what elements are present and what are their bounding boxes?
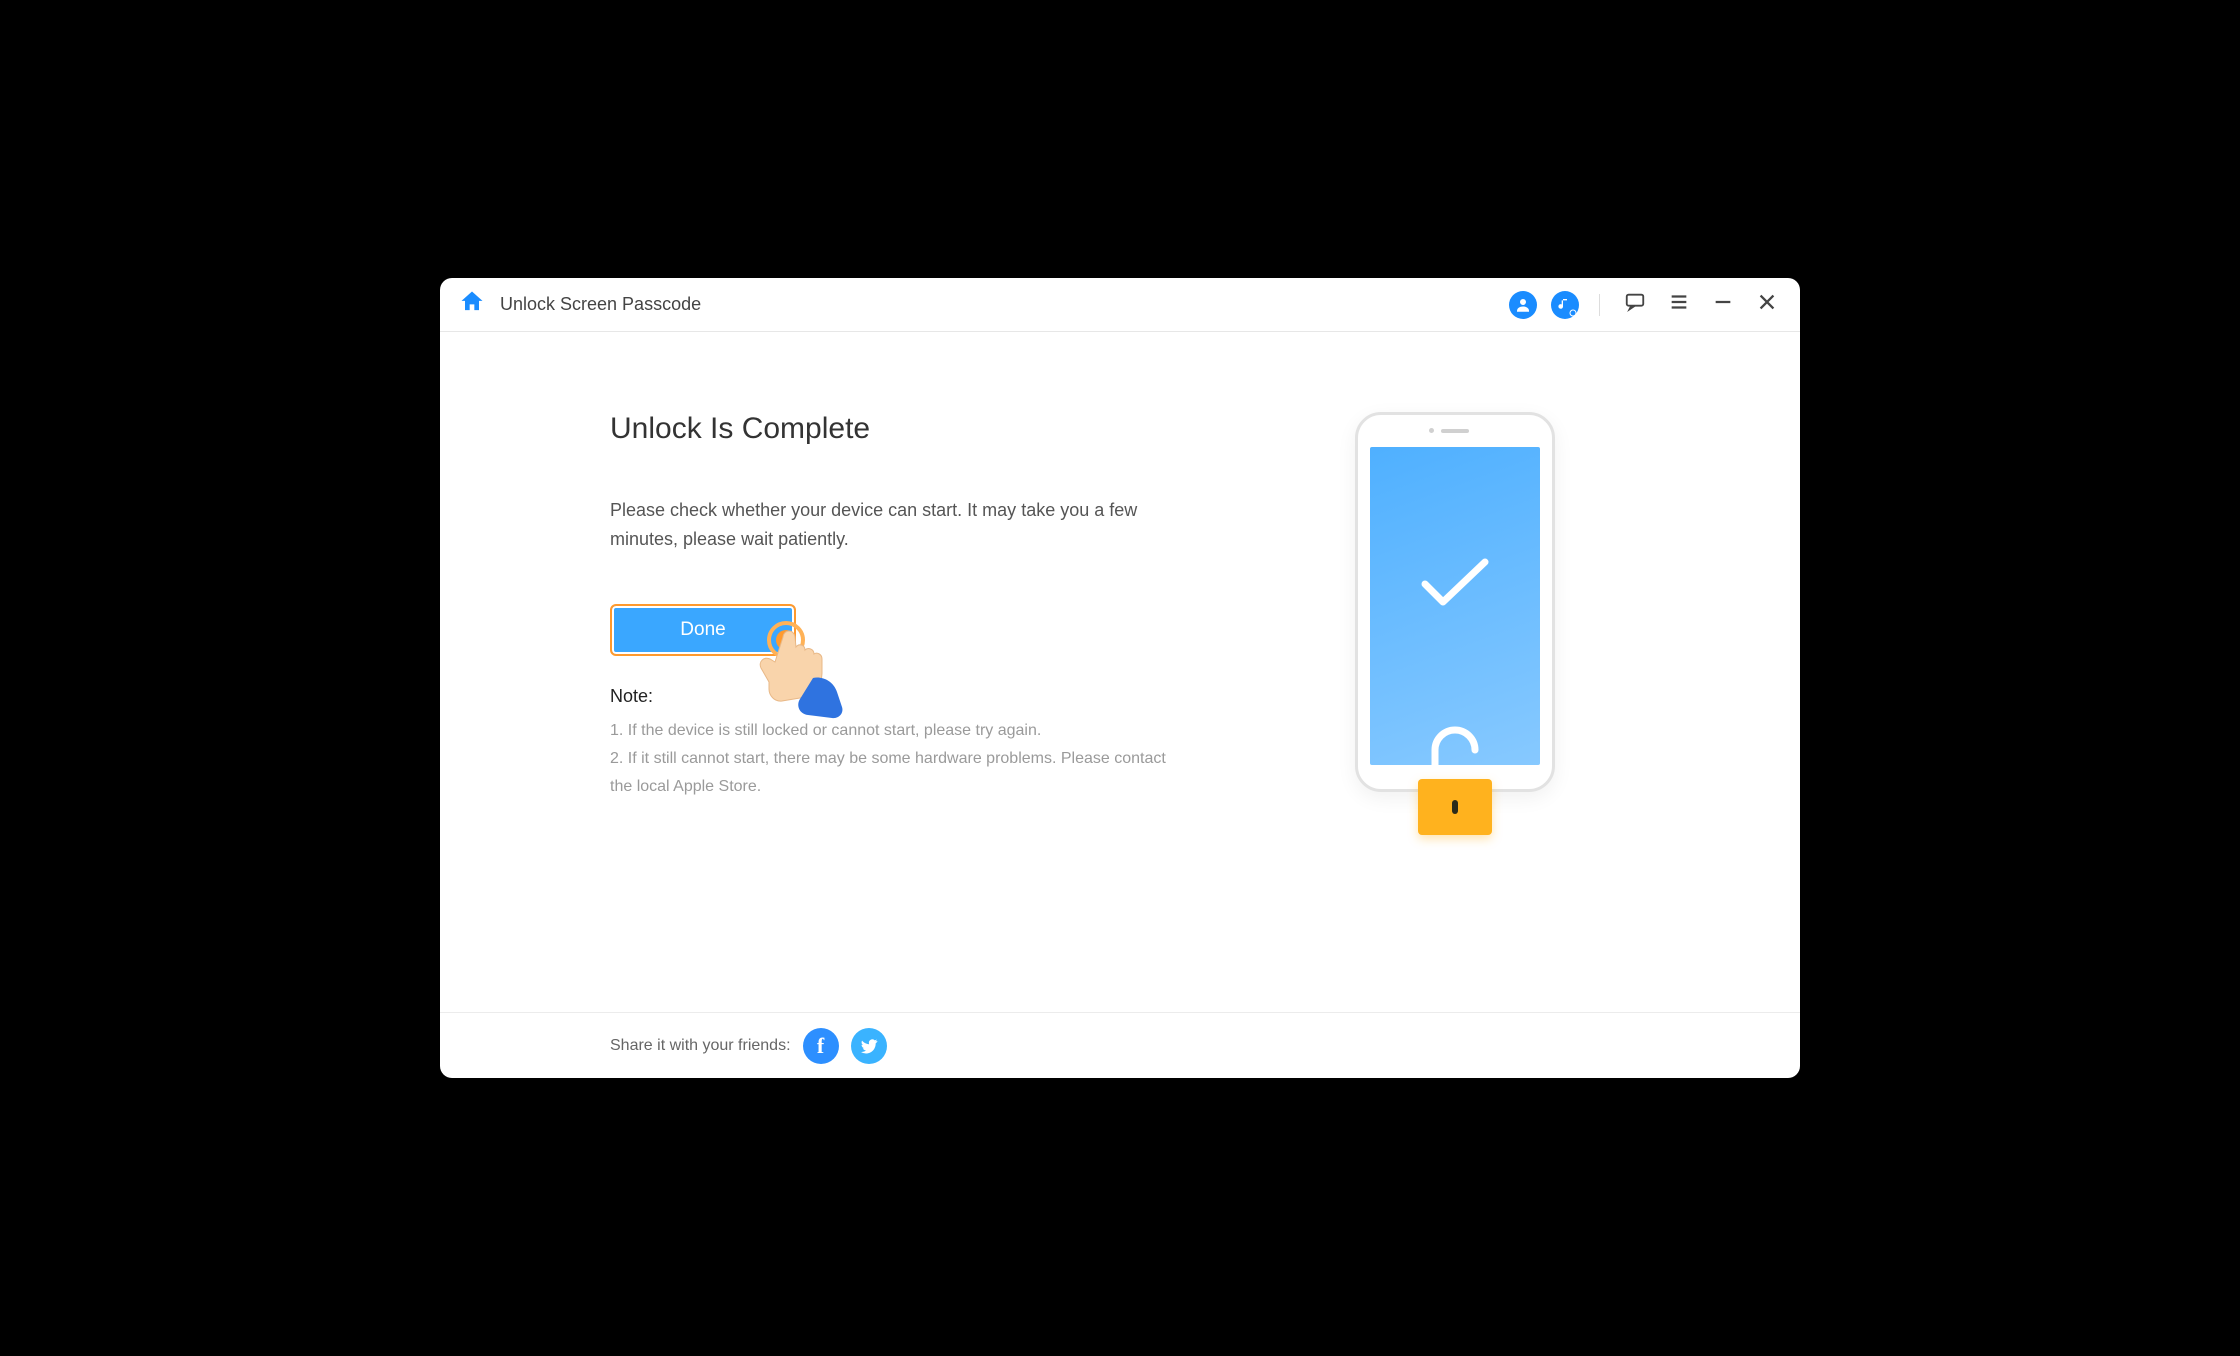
app-window: Unlock Screen Passcode	[440, 278, 1800, 1078]
note-heading: Note:	[610, 686, 1170, 707]
separator	[1599, 294, 1600, 316]
facebook-icon[interactable]: f	[803, 1028, 839, 1064]
checkmark-icon	[1415, 554, 1495, 619]
twitter-icon[interactable]	[851, 1028, 887, 1064]
home-icon[interactable]	[458, 288, 486, 321]
titlebar: Unlock Screen Passcode	[440, 278, 1800, 332]
done-button[interactable]: Done	[610, 604, 796, 656]
content-area: Unlock Is Complete Please check whether …	[440, 332, 1800, 1012]
share-label: Share it with your friends:	[610, 1037, 791, 1055]
minimize-icon[interactable]	[1708, 287, 1738, 322]
account-icon[interactable]	[1509, 291, 1537, 319]
music-search-icon[interactable]	[1551, 291, 1579, 319]
page-title: Unlock Screen Passcode	[500, 294, 701, 315]
note-item: 1. If the device is still locked or cann…	[610, 717, 1170, 745]
menu-icon[interactable]	[1664, 287, 1694, 322]
feedback-icon[interactable]	[1620, 287, 1650, 322]
subtext: Please check whether your device can sta…	[610, 496, 1170, 554]
footer: Share it with your friends: f	[440, 1012, 1800, 1078]
open-lock-icon	[1420, 710, 1490, 765]
phone-illustration	[1325, 412, 1585, 862]
padlock-icon	[1418, 779, 1492, 835]
close-icon[interactable]	[1752, 287, 1782, 322]
heading: Unlock Is Complete	[610, 412, 1170, 446]
note-item: 2. If it still cannot start, there may b…	[610, 745, 1170, 801]
